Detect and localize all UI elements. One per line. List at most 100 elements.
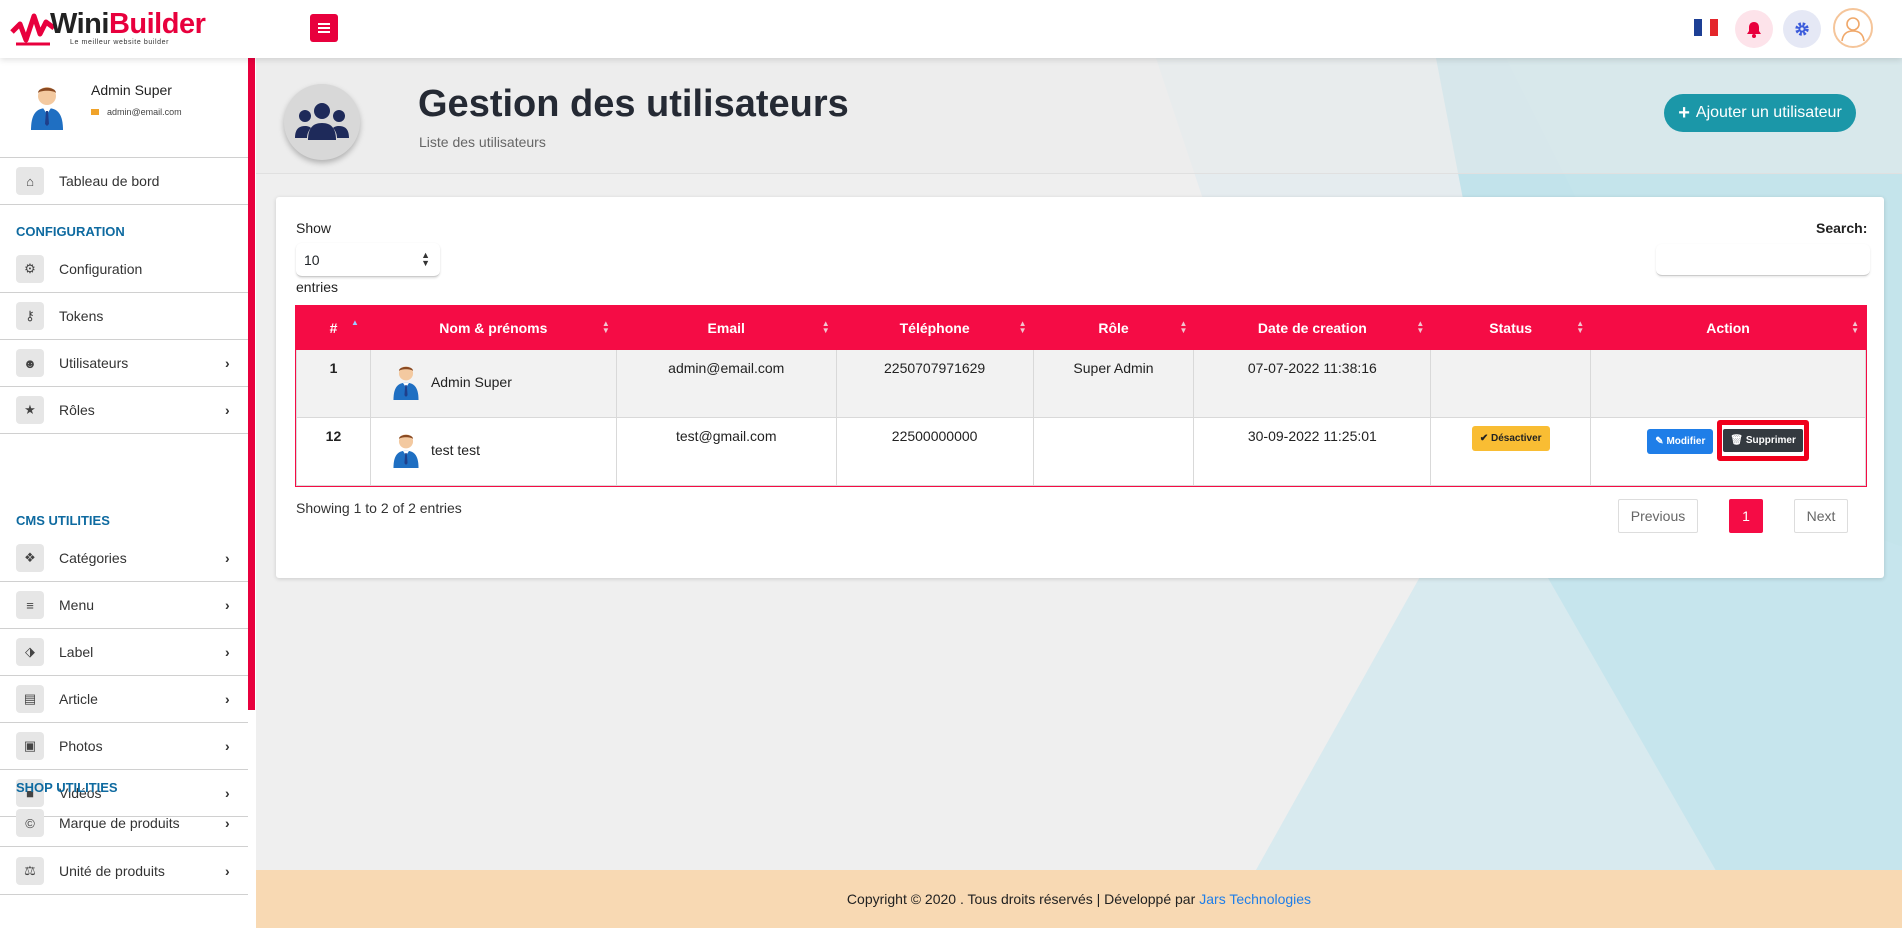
- cell-role: Super Admin: [1032, 349, 1195, 418]
- plus-icon: +: [1678, 102, 1690, 124]
- profile-name: Admin Super: [91, 82, 172, 98]
- cell-email: admin@email.com: [615, 349, 837, 418]
- brand-slogan: Le meilleur website builder: [70, 39, 170, 46]
- table-info: Showing 1 to 2 of 2 entries: [296, 500, 462, 516]
- delete-button[interactable]: 🗑 Supprimer: [1723, 429, 1803, 452]
- section-shop-utilities: SHOP UTILITIES: [16, 780, 118, 795]
- chevron-right-icon: ›: [225, 644, 230, 660]
- sort-icon: ▲ ▼: [1576, 319, 1585, 336]
- brand-name: WiniBuilder: [50, 8, 206, 40]
- table-row: 12 test test test@gmail.com 22500000000 …: [296, 417, 1866, 486]
- column-header-email[interactable]: Email ▲ ▼: [615, 306, 837, 350]
- cell-name: Admin Super: [369, 349, 617, 418]
- key-icon: ⚷: [16, 302, 44, 330]
- sort-icon: ▲ ▼: [1018, 319, 1027, 336]
- avatar: [393, 434, 419, 468]
- user-icon: [1841, 17, 1865, 42]
- sidebar-item-configuration[interactable]: ⚙ Configuration: [0, 246, 248, 293]
- sidebar-profile: Admin Super admin@email.com: [0, 58, 248, 158]
- cubes-icon: ❖: [16, 544, 44, 572]
- previous-page-button[interactable]: Previous: [1618, 499, 1698, 533]
- user-avatar-button[interactable]: [1833, 8, 1873, 48]
- cell-action: ✎ Modifier 🗑 Supprimer: [1590, 417, 1866, 486]
- footer: Copyright © 2020 . Tous droits réservés …: [256, 870, 1902, 928]
- sidebar-item-users[interactable]: ☻ Utilisateurs ›: [0, 340, 248, 387]
- column-header-name[interactable]: Nom & prénoms ▲ ▼: [369, 306, 617, 350]
- deactivate-button[interactable]: ✔ Désactiver: [1471, 426, 1550, 451]
- profile-email: admin@email.com: [91, 107, 182, 117]
- sidebar-item-tokens[interactable]: ⚷ Tokens: [0, 293, 248, 340]
- cell-id: 1: [296, 349, 371, 418]
- entries-label: entries: [296, 279, 339, 295]
- chevron-right-icon: ›: [225, 738, 230, 754]
- cell-action: [1590, 349, 1866, 418]
- column-header-status[interactable]: Status ▲ ▼: [1430, 306, 1592, 350]
- top-navbar: WiniBuilder Le meilleur website builder: [0, 0, 1902, 58]
- sort-icon: ▲ ▼: [1851, 319, 1859, 336]
- page-size-select[interactable]: 10 ▲ ▼: [296, 243, 440, 277]
- sidebar-item-unit[interactable]: ⚖ Unité de produits ›: [0, 848, 248, 895]
- edit-icon: ✎: [1655, 436, 1664, 448]
- cell-id: 12: [296, 417, 371, 486]
- page-title: Gestion des utilisateurs: [418, 83, 849, 125]
- page-1-button[interactable]: 1: [1729, 499, 1763, 533]
- cell-phone: 2250707971629: [835, 349, 1034, 418]
- sort-icon: ▲ ▼: [1179, 319, 1188, 336]
- sidebar-item-roles[interactable]: ★ Rôles ›: [0, 387, 248, 434]
- search-input[interactable]: [1656, 244, 1870, 276]
- logo[interactable]: WiniBuilder Le meilleur website builder: [10, 6, 206, 50]
- chevron-right-icon: ›: [225, 355, 230, 371]
- sidebar-item-label[interactable]: ⬗ Label ›: [0, 629, 248, 676]
- cell-status: ✔ Désactiver: [1430, 417, 1592, 486]
- add-user-button[interactable]: + Ajouter un utilisateur: [1664, 94, 1856, 132]
- edit-button[interactable]: ✎ Modifier: [1647, 429, 1714, 455]
- sort-icon: ▲ ▼: [821, 319, 830, 336]
- menu-toggle-button[interactable]: [310, 14, 338, 42]
- sidebar-item-article[interactable]: ▤ Article ›: [0, 676, 248, 723]
- gear-icon: [1795, 22, 1809, 36]
- column-header-id[interactable]: # ▲: [296, 306, 371, 350]
- page-subtitle: Liste des utilisateurs: [419, 134, 546, 150]
- cell-status: [1430, 349, 1592, 418]
- column-header-phone[interactable]: Téléphone ▲ ▼: [835, 306, 1034, 350]
- sidebar-item-menu[interactable]: ≡ Menu ›: [0, 582, 248, 629]
- table-header-row: # ▲ Nom & prénoms ▲ ▼ Email ▲ ▼ Téléphone ▲ ▼ R…: [296, 306, 1866, 350]
- chevron-right-icon: ›: [225, 691, 230, 707]
- select-arrows-icon: ▲ ▼: [421, 250, 430, 268]
- users-group-icon: [284, 84, 360, 160]
- envelope-icon: [91, 109, 99, 115]
- notifications-button[interactable]: [1735, 10, 1773, 48]
- footer-link[interactable]: Jars Technologies: [1199, 891, 1311, 907]
- star-icon: ★: [16, 396, 44, 424]
- column-header-date[interactable]: Date de creation ▲ ▼: [1193, 306, 1432, 350]
- next-page-button[interactable]: Next: [1794, 499, 1848, 533]
- cell-name: test test: [369, 417, 617, 486]
- avatar: [393, 366, 419, 400]
- newspaper-icon: ▤: [16, 685, 44, 713]
- chevron-right-icon: ›: [225, 785, 230, 801]
- show-label: Show: [296, 220, 332, 236]
- chevron-right-icon: ›: [225, 597, 230, 613]
- cell-date: 07-07-2022 11:38:16: [1193, 349, 1432, 418]
- hamburger-icon: [318, 27, 330, 29]
- section-cms-utilities: CMS UTILITIES: [16, 513, 110, 528]
- sidebar-item-categories[interactable]: ❖ Catégories ›: [0, 535, 248, 582]
- users-icon: ☻: [16, 349, 44, 377]
- column-header-role[interactable]: Rôle ▲ ▼: [1032, 306, 1195, 350]
- column-header-action[interactable]: Action ▲ ▼: [1590, 306, 1866, 350]
- sort-icon: ▲ ▼: [1416, 319, 1425, 336]
- sidebar-item-photos[interactable]: ▣ Photos ›: [0, 723, 248, 770]
- footer-text: Copyright © 2020 . Tous droits réservés …: [846, 891, 1196, 907]
- bell-icon: [1747, 21, 1761, 38]
- settings-button[interactable]: [1783, 10, 1821, 48]
- delete-highlight: 🗑 Supprimer: [1717, 420, 1809, 461]
- french-flag-icon[interactable]: [1694, 19, 1718, 36]
- sidebar-scrollbar[interactable]: [248, 58, 255, 710]
- trash-icon: 🗑: [1730, 435, 1744, 446]
- image-icon: ▣: [16, 732, 44, 760]
- cell-role: [1032, 417, 1195, 486]
- sidebar-item-dashboard[interactable]: ⌂ Tableau de bord: [0, 158, 248, 205]
- sidebar-item-brand[interactable]: © Marque de produits ›: [0, 800, 248, 847]
- section-configuration: CONFIGURATION: [16, 224, 125, 239]
- copyright-icon: ©: [16, 809, 44, 837]
